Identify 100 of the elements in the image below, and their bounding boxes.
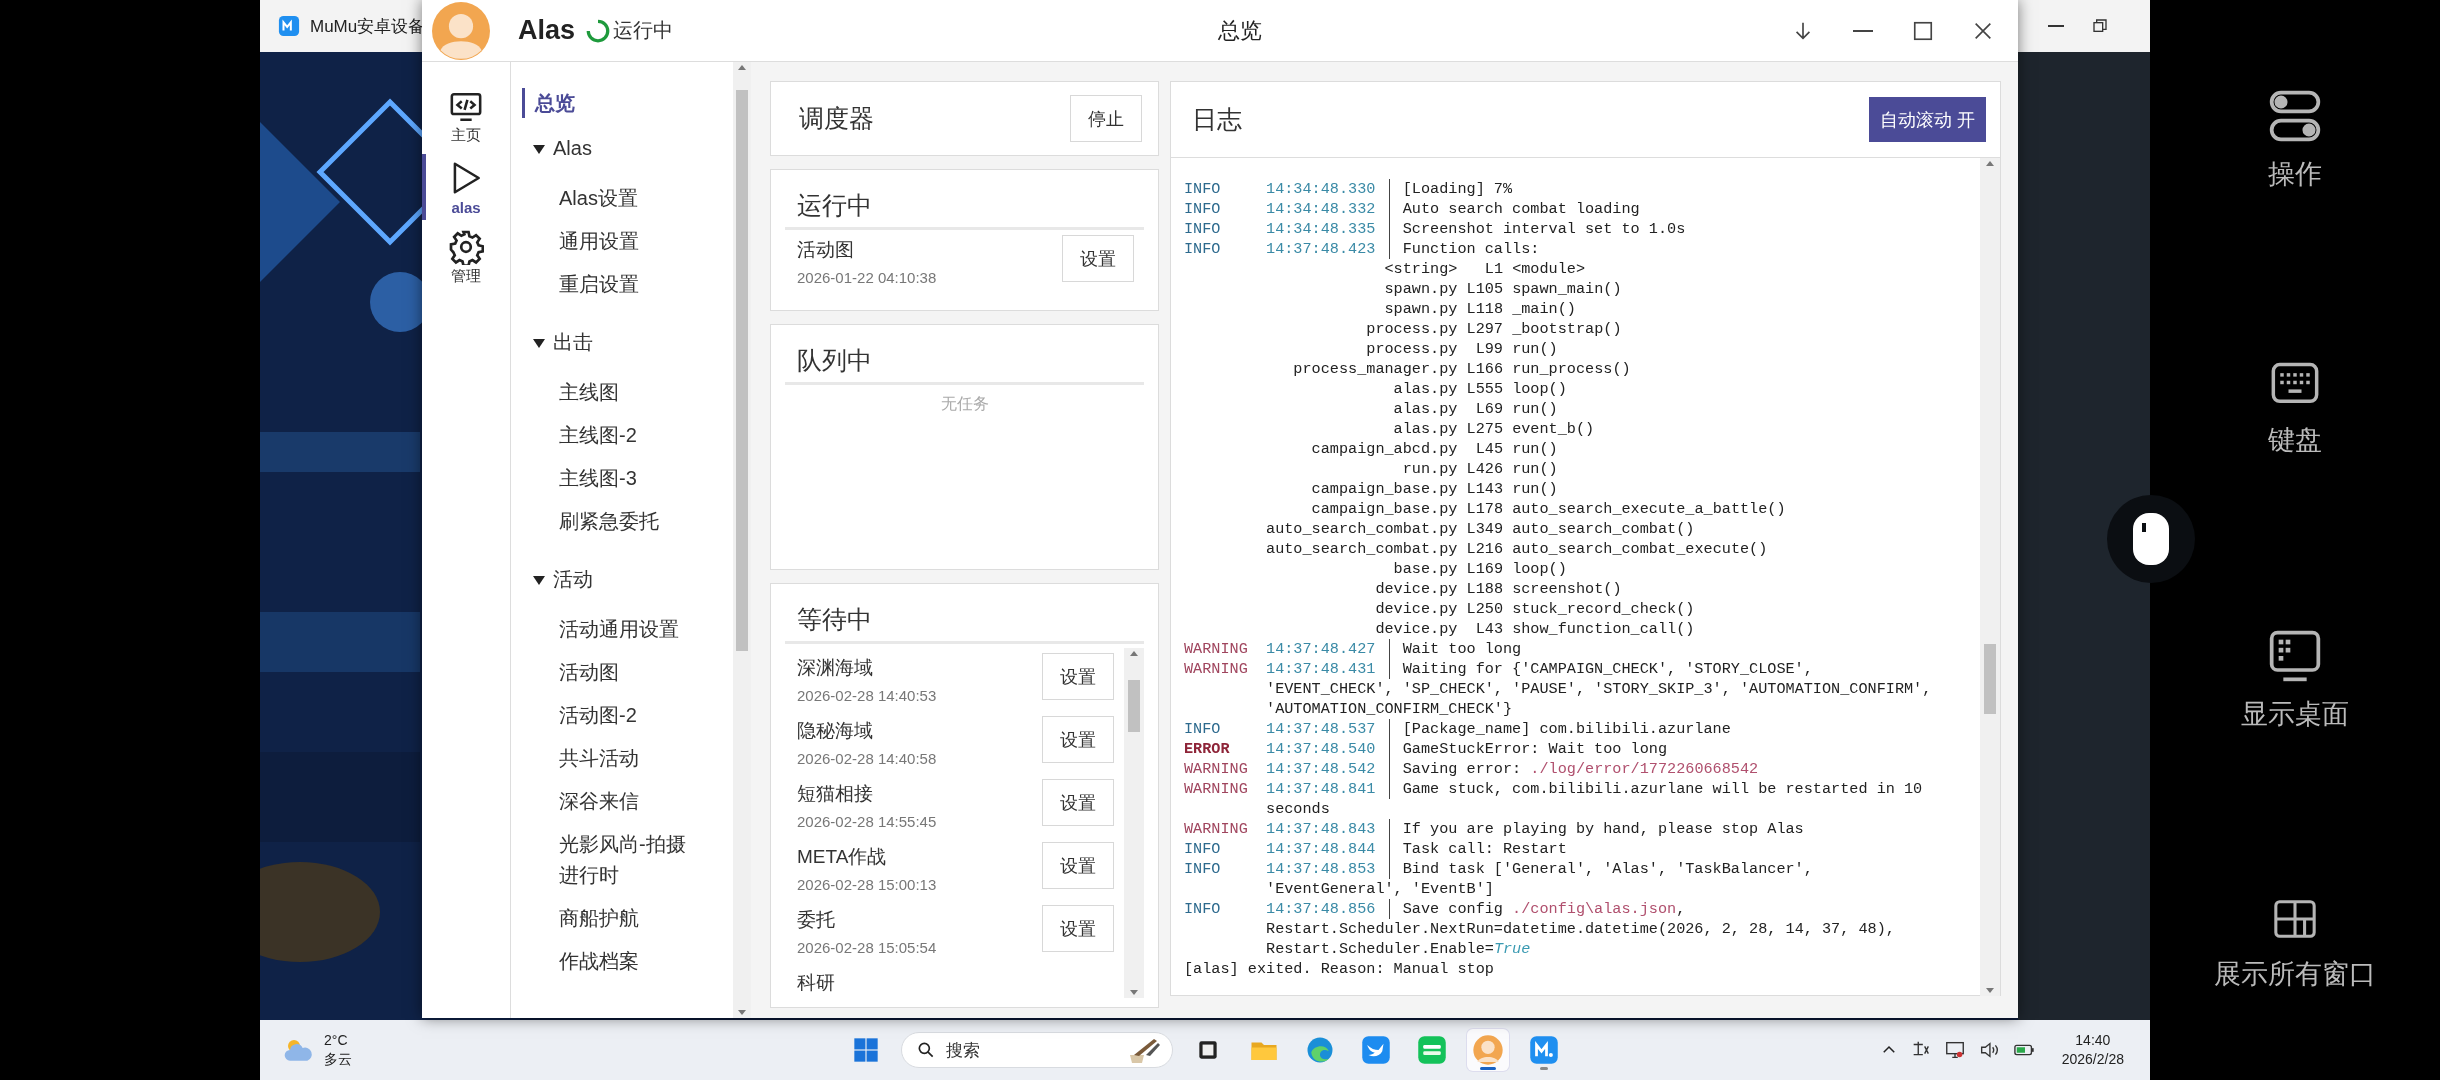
menu-item[interactable]: 主线图-3 (559, 457, 637, 500)
log-entry: 14:34:48.330 [Loading] 7% (1266, 179, 1514, 199)
menu-item[interactable]: 深谷来信 (559, 780, 639, 823)
stack-trace-line: auto_search_combat.py L349 auto_search_combat() (1266, 519, 1695, 539)
mouse-icon (2131, 511, 2171, 567)
nav-item[interactable]: 主页 (422, 84, 506, 150)
settings-button[interactable]: 设置 (1042, 653, 1114, 700)
stack-trace-line: process_manager.py L166 run_process() (1293, 359, 1631, 379)
task-time: 2026-02-28 15:00:13 (797, 875, 938, 895)
log-entry: 14:37:48.542 Saving error: ./log/error/1772260668542 (1266, 759, 1760, 779)
nav-item[interactable]: 管理 (422, 224, 506, 290)
browser-icon (1305, 1035, 1335, 1065)
stack-trace-line: <string> L1 <module> (1384, 259, 1586, 279)
empty-text: 无任务 (939, 394, 990, 414)
menu-item[interactable]: 主线图-2 (559, 414, 637, 457)
menu-group[interactable]: 出击 (553, 321, 593, 364)
auto-scroll-button[interactable]: 自动滚动 开 (1869, 97, 1986, 142)
search-icon (916, 1040, 936, 1060)
task-name: 隐秘海域 (797, 719, 874, 743)
log-level: INFO (1184, 899, 1222, 920)
menu-item[interactable]: 重启设置 (559, 263, 639, 306)
menu-item[interactable]: 活动图 (559, 651, 619, 694)
log-entry: 14:37:48.853 Bind task ['General', 'Alas', 'TaskBalancer', 'EventGeneral', 'EventB'] (1266, 859, 1814, 899)
clock-date: 2026/2/28 (2061, 1050, 2124, 1069)
panel-button[interactable]: 键盘 (2200, 358, 2390, 628)
menu-item[interactable]: Alas设置 (559, 177, 638, 220)
task-time: 2026-02-28 14:55:45 (797, 812, 938, 832)
menu-item[interactable]: 商船护航 (559, 897, 639, 940)
log-level: WARNING (1184, 779, 1249, 800)
spinner-icon (585, 17, 612, 44)
task-time: 2026-02-28 14:40:58 (797, 749, 938, 769)
stop-button[interactable]: 停止 (1070, 95, 1142, 142)
log-entry: 14:37:48.427 Wait too long (1266, 639, 1523, 659)
task-time: 2026-02-28 15:05:54 (797, 938, 938, 958)
minimize-icon (1853, 29, 1873, 32)
settings-icon (448, 228, 484, 265)
app-name: Alas (518, 15, 576, 46)
settings-button[interactable]: 设置 (1042, 842, 1114, 889)
log-level: WARNING (1184, 639, 1249, 659)
maximize-icon (1912, 19, 1934, 42)
card-title: 等待中 (797, 605, 872, 633)
task-name: 委托 (797, 908, 836, 932)
panel-button[interactable]: 显示桌面 (2200, 628, 2390, 898)
stack-trace-line: process.py L297 _bootstrap() (1366, 319, 1622, 339)
menu-item[interactable]: 活动通用设置 (559, 608, 679, 651)
log-entry: 14:37:48.423 Function calls: (1266, 239, 1541, 259)
menu-group[interactable]: 活动 (553, 558, 593, 601)
scrollbar[interactable] (733, 62, 751, 1018)
toggle-switches-icon (2267, 88, 2323, 144)
stack-trace-line: device.py L250 stuck_record_check() (1375, 599, 1695, 619)
task-time: 2026-02-28 14:40:53 (797, 686, 938, 706)
search-field[interactable]: 搜索 (901, 1032, 1173, 1068)
card-title: 调度器 (799, 103, 874, 134)
menu-item[interactable]: 通用设置 (559, 220, 639, 263)
weather-condition: 多云 (324, 1050, 352, 1069)
scrollbar[interactable] (1980, 158, 2000, 996)
menu-item[interactable]: 作战档案 (559, 940, 639, 983)
temperature: 2°C (324, 1031, 349, 1050)
menu-item[interactable]: 主线图 (559, 371, 619, 414)
stack-trace-line: campaign_base.py L178 auto_search_execute_a_battle() (1311, 499, 1786, 519)
stack-trace-line: process.py L99 run() (1366, 339, 1558, 359)
menu-item[interactable]: 光影风尚-拍摄进行时 (559, 823, 694, 897)
log-entry: 14:37:48.537 [Package_name] com.bilibili.azurlane (1266, 719, 1732, 739)
log-level: INFO (1184, 859, 1222, 880)
stack-trace-line: auto_search_combat.py L216 auto_search_combat_execute() (1266, 539, 1768, 559)
stack-trace-line: campaign_base.py L143 run() (1311, 479, 1558, 499)
panel-button[interactable]: 展示所有窗口 (2200, 898, 2390, 1080)
scrollbar[interactable] (1124, 648, 1144, 998)
menu-group[interactable]: Alas (553, 127, 592, 170)
menu-item[interactable]: 活动图-2 (559, 694, 637, 737)
settings-button[interactable]: 设置 (1042, 779, 1114, 826)
stack-trace-line: spawn.py L105 spawn_main() (1384, 279, 1622, 299)
scrollbar-thumb[interactable] (1984, 644, 1996, 714)
log-entry: 14:37:48.843 If you are playing by hand, please stop Alas (1266, 819, 1805, 839)
scrollbar-thumb[interactable] (1128, 680, 1140, 732)
log-level: WARNING (1184, 819, 1249, 839)
stack-trace-line: alas.py L275 event_b() (1393, 419, 1595, 439)
settings-button[interactable]: 设置 (1042, 905, 1114, 952)
window-title: 总览 (1217, 16, 1262, 45)
log-level: INFO (1184, 179, 1222, 199)
bird-icon (1361, 1035, 1391, 1065)
monitor-icon (2267, 628, 2323, 684)
avatar-icon (1472, 1034, 1504, 1066)
status-text: 运行中 (613, 18, 674, 43)
emulator-icon (1529, 1035, 1559, 1065)
stack-trace-line: campaign_abcd.py L45 run() (1311, 439, 1558, 459)
scrollbar-thumb[interactable] (736, 90, 748, 651)
nav-item[interactable]: alas (422, 154, 506, 220)
avatar-icon (432, 1, 490, 60)
log-entry: 14:37:48.540 GameStuckError: Wait too long (1266, 739, 1669, 759)
settings-button[interactable]: 设置 (1062, 235, 1134, 282)
panel-button[interactable]: 操作 (2200, 88, 2390, 358)
log-level: ERROR (1184, 739, 1231, 759)
menu-item[interactable]: 共斗活动 (559, 737, 639, 780)
minimize-icon (2048, 25, 2064, 27)
card-title: 日志 (1192, 104, 1242, 135)
menu-item[interactable]: 刷紧急委托 (559, 500, 659, 543)
task-name: 深渊海域 (797, 656, 874, 680)
menu-item[interactable]: 总览 (522, 88, 575, 118)
settings-button[interactable]: 设置 (1042, 716, 1114, 763)
